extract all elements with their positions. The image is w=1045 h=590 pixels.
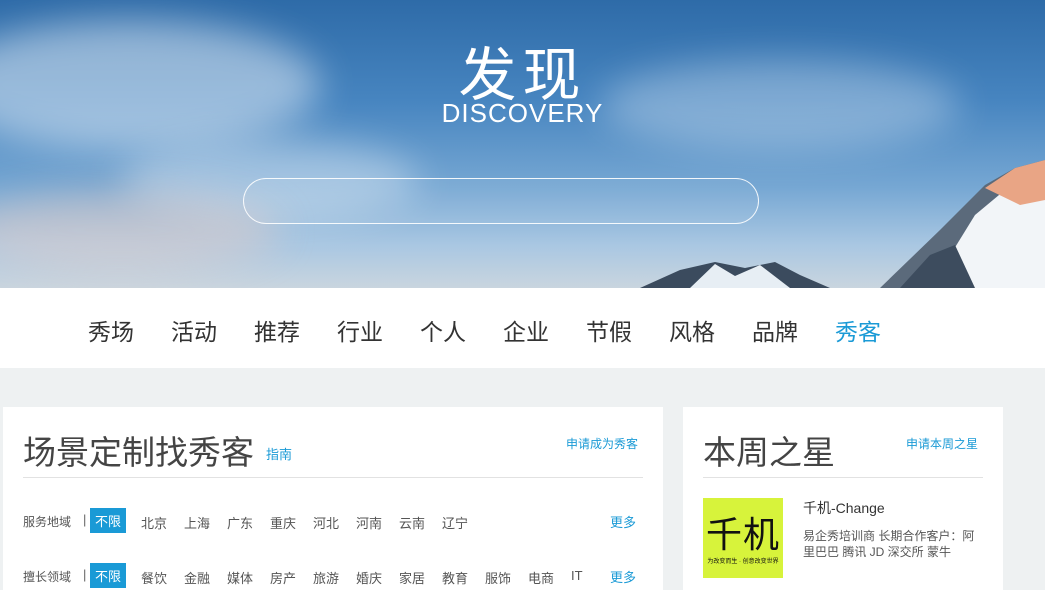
category-nav: 秀场 活动 推荐 行业 个人 企业 节假 风格 品牌 秀客 [0,288,1045,368]
star-logo[interactable]: 千机 为改变而生 · 创意改变世界 [703,498,783,578]
filter-separator: | [83,567,87,582]
apply-showcase-link[interactable]: 申请成为秀客 [566,435,638,452]
filter-option[interactable]: 媒体 [223,566,257,589]
hero-banner: 发现 DISCOVERY [0,0,1045,288]
logo-text: 千机 [705,514,780,555]
nav-item-hangye[interactable]: 行业 [337,313,383,347]
nav-item-xiuke[interactable]: 秀客 [835,313,881,347]
filter-option[interactable]: 服饰 [481,566,515,589]
filter-row-field: 擅长领域 | 不限 餐饮 金融 媒体 房产 旅游 婚庆 家居 教育 服饰 电商 … [23,563,643,589]
divider [23,477,643,478]
filter-option[interactable]: IT [567,566,587,585]
panel-title: 本周之星 [703,434,835,471]
filter-option-selected[interactable]: 不限 [90,563,127,588]
filter-row-region: 服务地域 | 不限 北京 上海 广东 重庆 河北 河南 云南 辽宁 更多 [23,508,643,534]
nav-item-pinpai[interactable]: 品牌 [752,313,798,347]
find-showcase-panel: 场景定制找秀客 指南 申请成为秀客 服务地域 | 不限 北京 上海 广东 重庆 … [3,407,663,590]
filter-label: 擅长领域 [23,570,72,584]
more-link[interactable]: 更多 [610,512,636,531]
filter-option[interactable]: 辽宁 [438,511,472,534]
filter-option-selected[interactable]: 不限 [90,508,127,533]
search-input[interactable] [243,178,759,224]
nav-item-fengge[interactable]: 风格 [669,313,715,347]
filter-option[interactable]: 电商 [524,566,558,589]
filter-option[interactable]: 云南 [395,511,429,534]
star-description: 易企秀培训商 长期合作客户：阿里巴巴 腾讯 JD 深交所 蒙牛 [803,529,975,559]
nav-item-geren[interactable]: 个人 [420,313,466,347]
filter-option[interactable]: 家居 [395,566,429,589]
filter-option[interactable]: 餐饮 [137,566,171,589]
filter-option[interactable]: 广东 [223,511,257,534]
logo-subtext: 为改变而生 · 创意改变世界 [707,559,779,565]
filter-option[interactable]: 河北 [309,511,343,534]
divider [703,477,983,478]
filter-option[interactable]: 婚庆 [352,566,386,589]
nav-item-qiye[interactable]: 企业 [503,313,549,347]
filter-option[interactable]: 重庆 [266,511,300,534]
nav-item-xiuchang[interactable]: 秀场 [88,313,134,347]
panel-title: 场景定制找秀客 [23,434,254,471]
guide-link[interactable]: 指南 [266,444,292,463]
more-link[interactable]: 更多 [610,567,636,586]
nav-item-huodong[interactable]: 活动 [171,313,217,347]
filter-option[interactable]: 房产 [266,566,300,589]
apply-star-link[interactable]: 申请本周之星 [906,435,978,452]
nav-item-tuijian[interactable]: 推荐 [254,313,300,347]
filter-option[interactable]: 上海 [180,511,214,534]
filter-option[interactable]: 金融 [180,566,214,589]
star-name[interactable]: 千机-Change [803,498,885,518]
filter-option[interactable]: 教育 [438,566,472,589]
filter-separator: | [83,512,87,527]
filter-option[interactable]: 旅游 [309,566,343,589]
filter-label: 服务地域 [23,515,72,529]
nav-item-jiejia[interactable]: 节假 [586,313,632,347]
filter-option[interactable]: 北京 [137,511,171,534]
filter-option[interactable]: 河南 [352,511,386,534]
hero-subtitle: DISCOVERY [441,98,604,128]
star-of-week-panel: 本周之星 申请本周之星 千机 为改变而生 · 创意改变世界 千机-Change … [683,407,1003,590]
